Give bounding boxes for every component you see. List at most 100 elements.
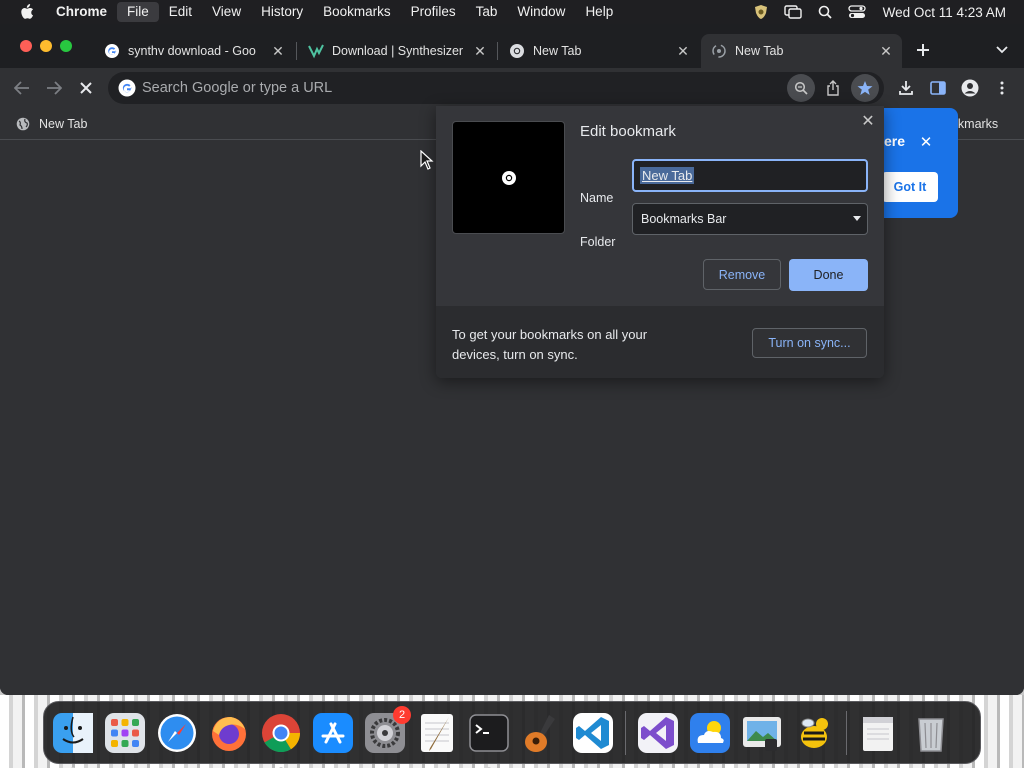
- safari-icon[interactable]: [155, 711, 199, 755]
- globe-icon: [16, 117, 30, 131]
- forward-arrow-icon[interactable]: [40, 74, 68, 102]
- more-menu-icon[interactable]: [988, 74, 1016, 102]
- firefox-icon[interactable]: [207, 711, 251, 755]
- sync-promo-text: To get your bookmarks on all your device…: [452, 327, 648, 362]
- new-tab-button[interactable]: [911, 38, 935, 62]
- promo-bubble-text: ere: [884, 133, 906, 149]
- share-icon[interactable]: [819, 74, 847, 102]
- mouse-pointer-icon: [420, 150, 434, 170]
- back-arrow-icon[interactable]: [8, 74, 36, 102]
- menubar-item-tab[interactable]: Tab: [466, 2, 508, 22]
- close-icon[interactable]: ✕: [675, 43, 691, 59]
- menubar-clock[interactable]: Wed Oct 11 4:23 AM: [873, 5, 1024, 20]
- menubar-item-file[interactable]: File: [117, 2, 159, 22]
- macos-dock: 2: [43, 701, 981, 768]
- window-zoom-button[interactable]: [60, 40, 72, 52]
- chrome-window: synthv download - Goo ✕ Download | Synth…: [0, 24, 1024, 695]
- profile-icon[interactable]: [956, 74, 984, 102]
- page-thumbnail: [452, 121, 565, 234]
- window-minimize-button[interactable]: [40, 40, 52, 52]
- tab-separator: [296, 42, 297, 60]
- folder-label: Folder: [580, 235, 616, 249]
- got-it-button[interactable]: Got It: [882, 172, 938, 202]
- tab-title: New Tab: [533, 44, 582, 58]
- tab-title: Download | Synthesizer: [332, 44, 464, 58]
- visual-studio-icon[interactable]: [636, 711, 680, 755]
- tab-search-chevron-icon[interactable]: [990, 38, 1014, 62]
- folder-select-value: Bookmarks Bar: [641, 212, 727, 226]
- menubar-item-help[interactable]: Help: [575, 2, 623, 22]
- sync-promo-footer: To get your bookmarks on all your device…: [436, 306, 884, 378]
- zoom-icon[interactable]: [787, 74, 815, 102]
- trash-icon[interactable]: [909, 711, 953, 755]
- chrome-icon: [509, 43, 525, 59]
- omnibox-input[interactable]: [142, 80, 762, 96]
- notification-badge: 2: [393, 705, 411, 724]
- close-icon[interactable]: ✕: [878, 43, 894, 59]
- bookmark-item-label: New Tab: [39, 117, 88, 131]
- tab-title: synthv download - Goo: [128, 44, 256, 58]
- menubar-item-bookmarks[interactable]: Bookmarks: [313, 2, 401, 22]
- bookmark-name-value: New Tab: [640, 167, 695, 184]
- dialog-title: Edit bookmark: [580, 123, 676, 140]
- launchpad-icon[interactable]: [103, 711, 147, 755]
- google-icon: [104, 43, 120, 59]
- bookmark-name-input[interactable]: New Tab: [632, 159, 868, 192]
- menubar-item-edit[interactable]: Edit: [159, 2, 202, 22]
- screen-mirror-icon[interactable]: [777, 0, 809, 24]
- side-panel-icon[interactable]: [924, 74, 952, 102]
- weather-icon[interactable]: [688, 711, 732, 755]
- close-icon[interactable]: ✕: [472, 43, 488, 59]
- star-bookmark-icon[interactable]: [851, 74, 879, 102]
- tab-strip: synthv download - Goo ✕ Download | Synth…: [0, 24, 1024, 68]
- tab-synthesizer-download[interactable]: Download | Synthesizer ✕: [298, 34, 496, 68]
- folder-select[interactable]: Bookmarks Bar: [632, 203, 868, 235]
- garageband-icon[interactable]: [519, 711, 563, 755]
- dock-separator: [625, 710, 626, 755]
- tab-new-tab-active[interactable]: New Tab ✕: [701, 34, 902, 68]
- bookmark-item-new-tab[interactable]: New Tab: [10, 113, 93, 135]
- remove-button[interactable]: Remove: [703, 259, 781, 290]
- chrome-icon: [711, 43, 727, 59]
- cyberduck-icon[interactable]: [792, 711, 836, 755]
- google-g-icon: [118, 79, 136, 97]
- vscode-icon[interactable]: [571, 711, 615, 755]
- close-icon[interactable]: ✕: [917, 133, 935, 151]
- app-store-icon[interactable]: [311, 711, 355, 755]
- omnibox[interactable]: [108, 72, 884, 104]
- menubar-app-name[interactable]: Chrome: [52, 2, 117, 22]
- downloads-stack-icon[interactable]: [857, 711, 901, 755]
- chrome-app-icon[interactable]: [259, 711, 303, 768]
- finder-icon[interactable]: [51, 711, 95, 768]
- tab-separator: [497, 42, 498, 60]
- terminal-icon[interactable]: [467, 711, 511, 768]
- edit-bookmark-dialog: Edit bookmark ✕ Name New Tab Folder Book…: [436, 106, 884, 378]
- synthv-icon: [308, 43, 324, 59]
- tab-synthv-download[interactable]: synthv download - Goo ✕: [94, 34, 294, 68]
- system-settings-icon[interactable]: 2: [363, 705, 411, 755]
- menubar-item-history[interactable]: History: [251, 2, 313, 22]
- menubar-item-window[interactable]: Window: [507, 2, 575, 22]
- stop-loading-icon[interactable]: [72, 74, 100, 102]
- spotlight-search-icon[interactable]: [809, 0, 841, 24]
- download-icon[interactable]: [892, 74, 920, 102]
- menubar-item-view[interactable]: View: [202, 2, 251, 22]
- name-label: Name: [580, 191, 614, 205]
- macos-menubar: Chrome File Edit View History Bookmarks …: [0, 0, 1024, 24]
- window-close-button[interactable]: [20, 40, 32, 52]
- chrome-icon: [501, 170, 516, 185]
- done-button[interactable]: Done: [789, 259, 868, 291]
- control-center-icon[interactable]: [841, 0, 873, 24]
- menubar-item-profiles[interactable]: Profiles: [401, 2, 466, 22]
- shield-bug-icon[interactable]: [745, 0, 777, 24]
- apple-menu-icon[interactable]: [16, 0, 38, 24]
- browser-toolbar: [0, 68, 1024, 108]
- textedit-icon[interactable]: [415, 711, 459, 755]
- dock-separator: [846, 710, 847, 755]
- close-icon[interactable]: ✕: [858, 111, 878, 131]
- preview-icon[interactable]: [740, 711, 784, 755]
- turn-on-sync-button[interactable]: Turn on sync...: [752, 328, 867, 358]
- tab-new-tab-1[interactable]: New Tab ✕: [499, 34, 699, 68]
- menubar-status-area: Wed Oct 11 4:23 AM: [745, 0, 1024, 24]
- close-icon[interactable]: ✕: [270, 43, 286, 59]
